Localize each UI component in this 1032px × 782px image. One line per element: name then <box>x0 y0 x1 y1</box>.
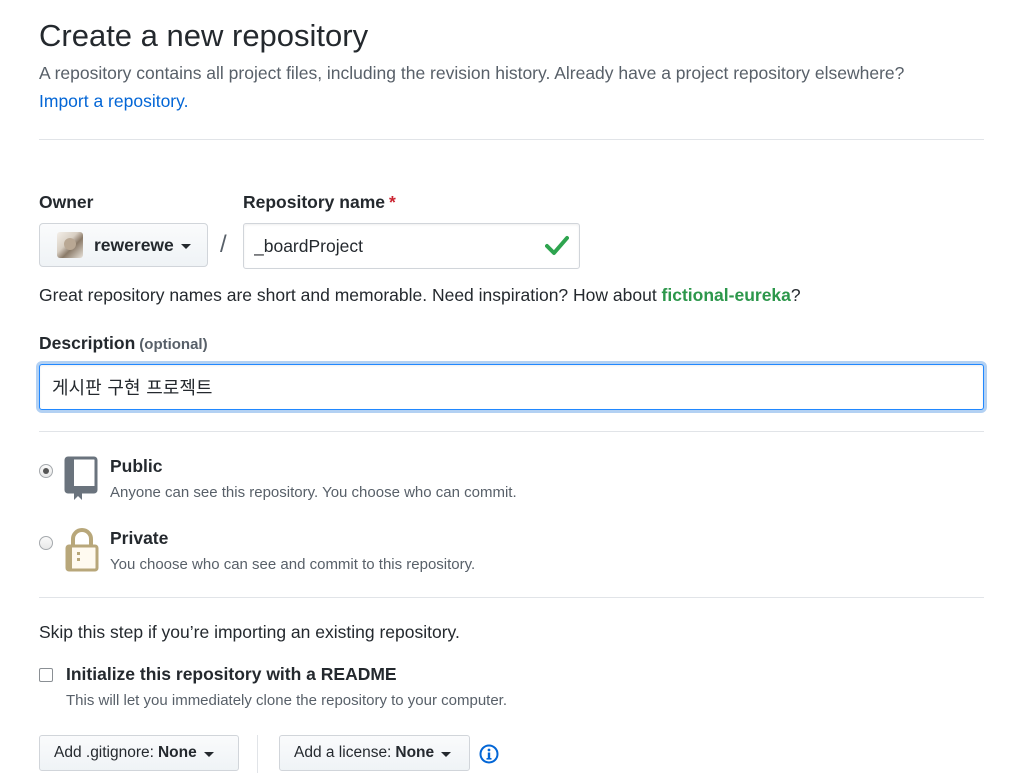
owner-select-button[interactable]: rewerewe <box>39 223 208 267</box>
license-value: None <box>395 744 435 761</box>
skip-step-note: Skip this step if you’re importing an ex… <box>39 622 460 642</box>
page-title: Create a new repository <box>39 18 369 53</box>
hint-suffix: ? <box>790 285 801 305</box>
add-license-dropdown[interactable]: Add a license: None <box>279 735 470 771</box>
chevron-down-icon <box>180 243 191 249</box>
repo-name-label: Repository name * <box>243 191 396 213</box>
public-radio[interactable] <box>39 464 53 478</box>
import-repository-link[interactable]: Import a repository. <box>39 90 188 112</box>
description-divider <box>39 431 984 432</box>
private-description: You choose who can see and commit to thi… <box>110 556 476 573</box>
visibility-divider <box>39 597 984 598</box>
gitignore-label: Add .gitignore: <box>54 744 154 761</box>
hint-text: Great repository names are short and mem… <box>39 285 662 305</box>
optional-tag: (optional) <box>139 336 208 353</box>
owner-label: Owner <box>39 192 94 212</box>
lock-icon <box>65 528 99 572</box>
page-subtitle: A repository contains all project files,… <box>39 63 905 83</box>
owner-name: rewerewe <box>94 234 174 255</box>
public-description: Anyone can see this repository. You choo… <box>110 484 517 501</box>
description-input[interactable] <box>39 364 984 410</box>
repo-book-icon <box>64 456 98 500</box>
gitignore-value: None <box>157 744 197 761</box>
readme-description: This will let you immediately clone the … <box>66 692 508 709</box>
chevron-down-icon <box>203 751 214 757</box>
add-gitignore-dropdown[interactable]: Add .gitignore: None <box>39 735 239 771</box>
chevron-down-icon <box>441 751 452 757</box>
public-title: Public <box>110 456 163 476</box>
required-asterisk: * <box>388 192 396 212</box>
readme-label: Initialize this repository with a README <box>66 664 397 684</box>
private-radio[interactable] <box>39 536 53 550</box>
description-label-text: Description <box>39 333 136 353</box>
readme-checkbox[interactable] <box>39 668 53 682</box>
repo-name-label-text: Repository name <box>243 192 385 212</box>
header-divider <box>39 139 984 140</box>
license-label: Add a license: <box>294 744 392 761</box>
avatar <box>57 232 83 258</box>
repository-name-input[interactable] <box>243 223 580 269</box>
check-icon <box>545 236 569 255</box>
suggested-name-link[interactable]: fictional-eureka <box>662 285 791 305</box>
private-title: Private <box>110 528 169 548</box>
owner-repo-separator: / <box>220 231 227 258</box>
info-icon[interactable] <box>479 744 499 764</box>
repo-name-hint: Great repository names are short and mem… <box>39 284 801 306</box>
description-label: Description (optional) <box>39 332 208 356</box>
dropdown-separator <box>257 735 258 773</box>
